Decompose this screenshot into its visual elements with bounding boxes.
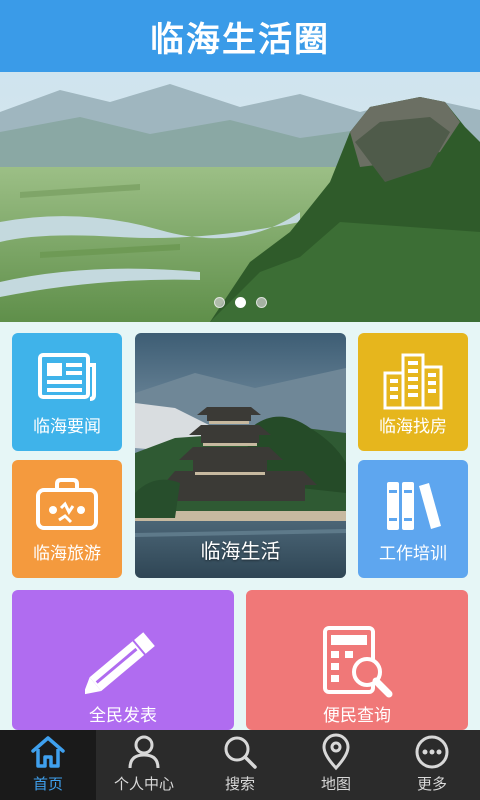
nav-label-profile: 个人中心 bbox=[113, 775, 174, 793]
house-tile-label: 临海找房 bbox=[379, 417, 447, 437]
app-screen: 临海生活圈 临海要闻 临海旅游 临海生活 临海找房 工作培训 全民发表 便民查询… bbox=[0, 0, 480, 800]
nav-item-more[interactable]: 更多 bbox=[384, 730, 480, 800]
user-icon bbox=[127, 733, 161, 771]
app-title: 临海生活圈 bbox=[150, 19, 330, 60]
buildings-icon bbox=[358, 351, 468, 411]
suitcase-icon bbox=[12, 478, 122, 532]
bottom-nav: 首页 个人中心 搜索 地图 更多 bbox=[0, 730, 480, 800]
carousel-indicator bbox=[0, 297, 480, 308]
travel-tile[interactable]: 临海旅游 bbox=[12, 460, 122, 578]
home-icon bbox=[30, 733, 66, 771]
post-tile-label: 全民发表 bbox=[89, 706, 157, 726]
training-tile[interactable]: 工作培训 bbox=[358, 460, 468, 578]
news-tile-label: 临海要闻 bbox=[33, 417, 101, 437]
nav-label-search: 搜索 bbox=[224, 775, 255, 793]
calculator-search-icon bbox=[246, 626, 468, 698]
nav-item-search[interactable]: 搜索 bbox=[192, 730, 288, 800]
newspaper-icon bbox=[12, 351, 122, 403]
search-icon bbox=[222, 733, 258, 771]
nav-label-map: 地图 bbox=[320, 775, 351, 793]
life-tile-label: 临海生活 bbox=[200, 539, 281, 563]
carousel-dot-active[interactable] bbox=[234, 297, 246, 308]
training-tile-label: 工作培训 bbox=[379, 544, 447, 564]
post-tile[interactable]: 全民发表 bbox=[12, 590, 234, 730]
nav-label-home: 首页 bbox=[32, 775, 63, 793]
nav-item-map[interactable]: 地图 bbox=[288, 730, 384, 800]
app-header: 临海生活圈 bbox=[0, 0, 480, 72]
banner-carousel[interactable] bbox=[0, 72, 480, 322]
travel-tile-label: 临海旅游 bbox=[33, 544, 101, 564]
nav-label-more: 更多 bbox=[416, 775, 447, 793]
nav-item-profile[interactable]: 个人中心 bbox=[96, 730, 192, 800]
query-tile[interactable]: 便民查询 bbox=[246, 590, 468, 730]
house-tile[interactable]: 临海找房 bbox=[358, 333, 468, 451]
carousel-dot[interactable] bbox=[255, 297, 267, 308]
life-tile[interactable]: 临海生活 bbox=[135, 333, 346, 578]
books-icon bbox=[358, 478, 468, 534]
query-tile-label: 便民查询 bbox=[323, 706, 391, 726]
map-pin-icon bbox=[321, 733, 351, 771]
banner-image bbox=[0, 72, 480, 322]
nav-item-home[interactable]: 首页 bbox=[0, 730, 96, 800]
more-icon bbox=[414, 733, 450, 771]
carousel-dot[interactable] bbox=[213, 297, 225, 308]
news-tile[interactable]: 临海要闻 bbox=[12, 333, 122, 451]
pencil-icon bbox=[12, 626, 234, 696]
